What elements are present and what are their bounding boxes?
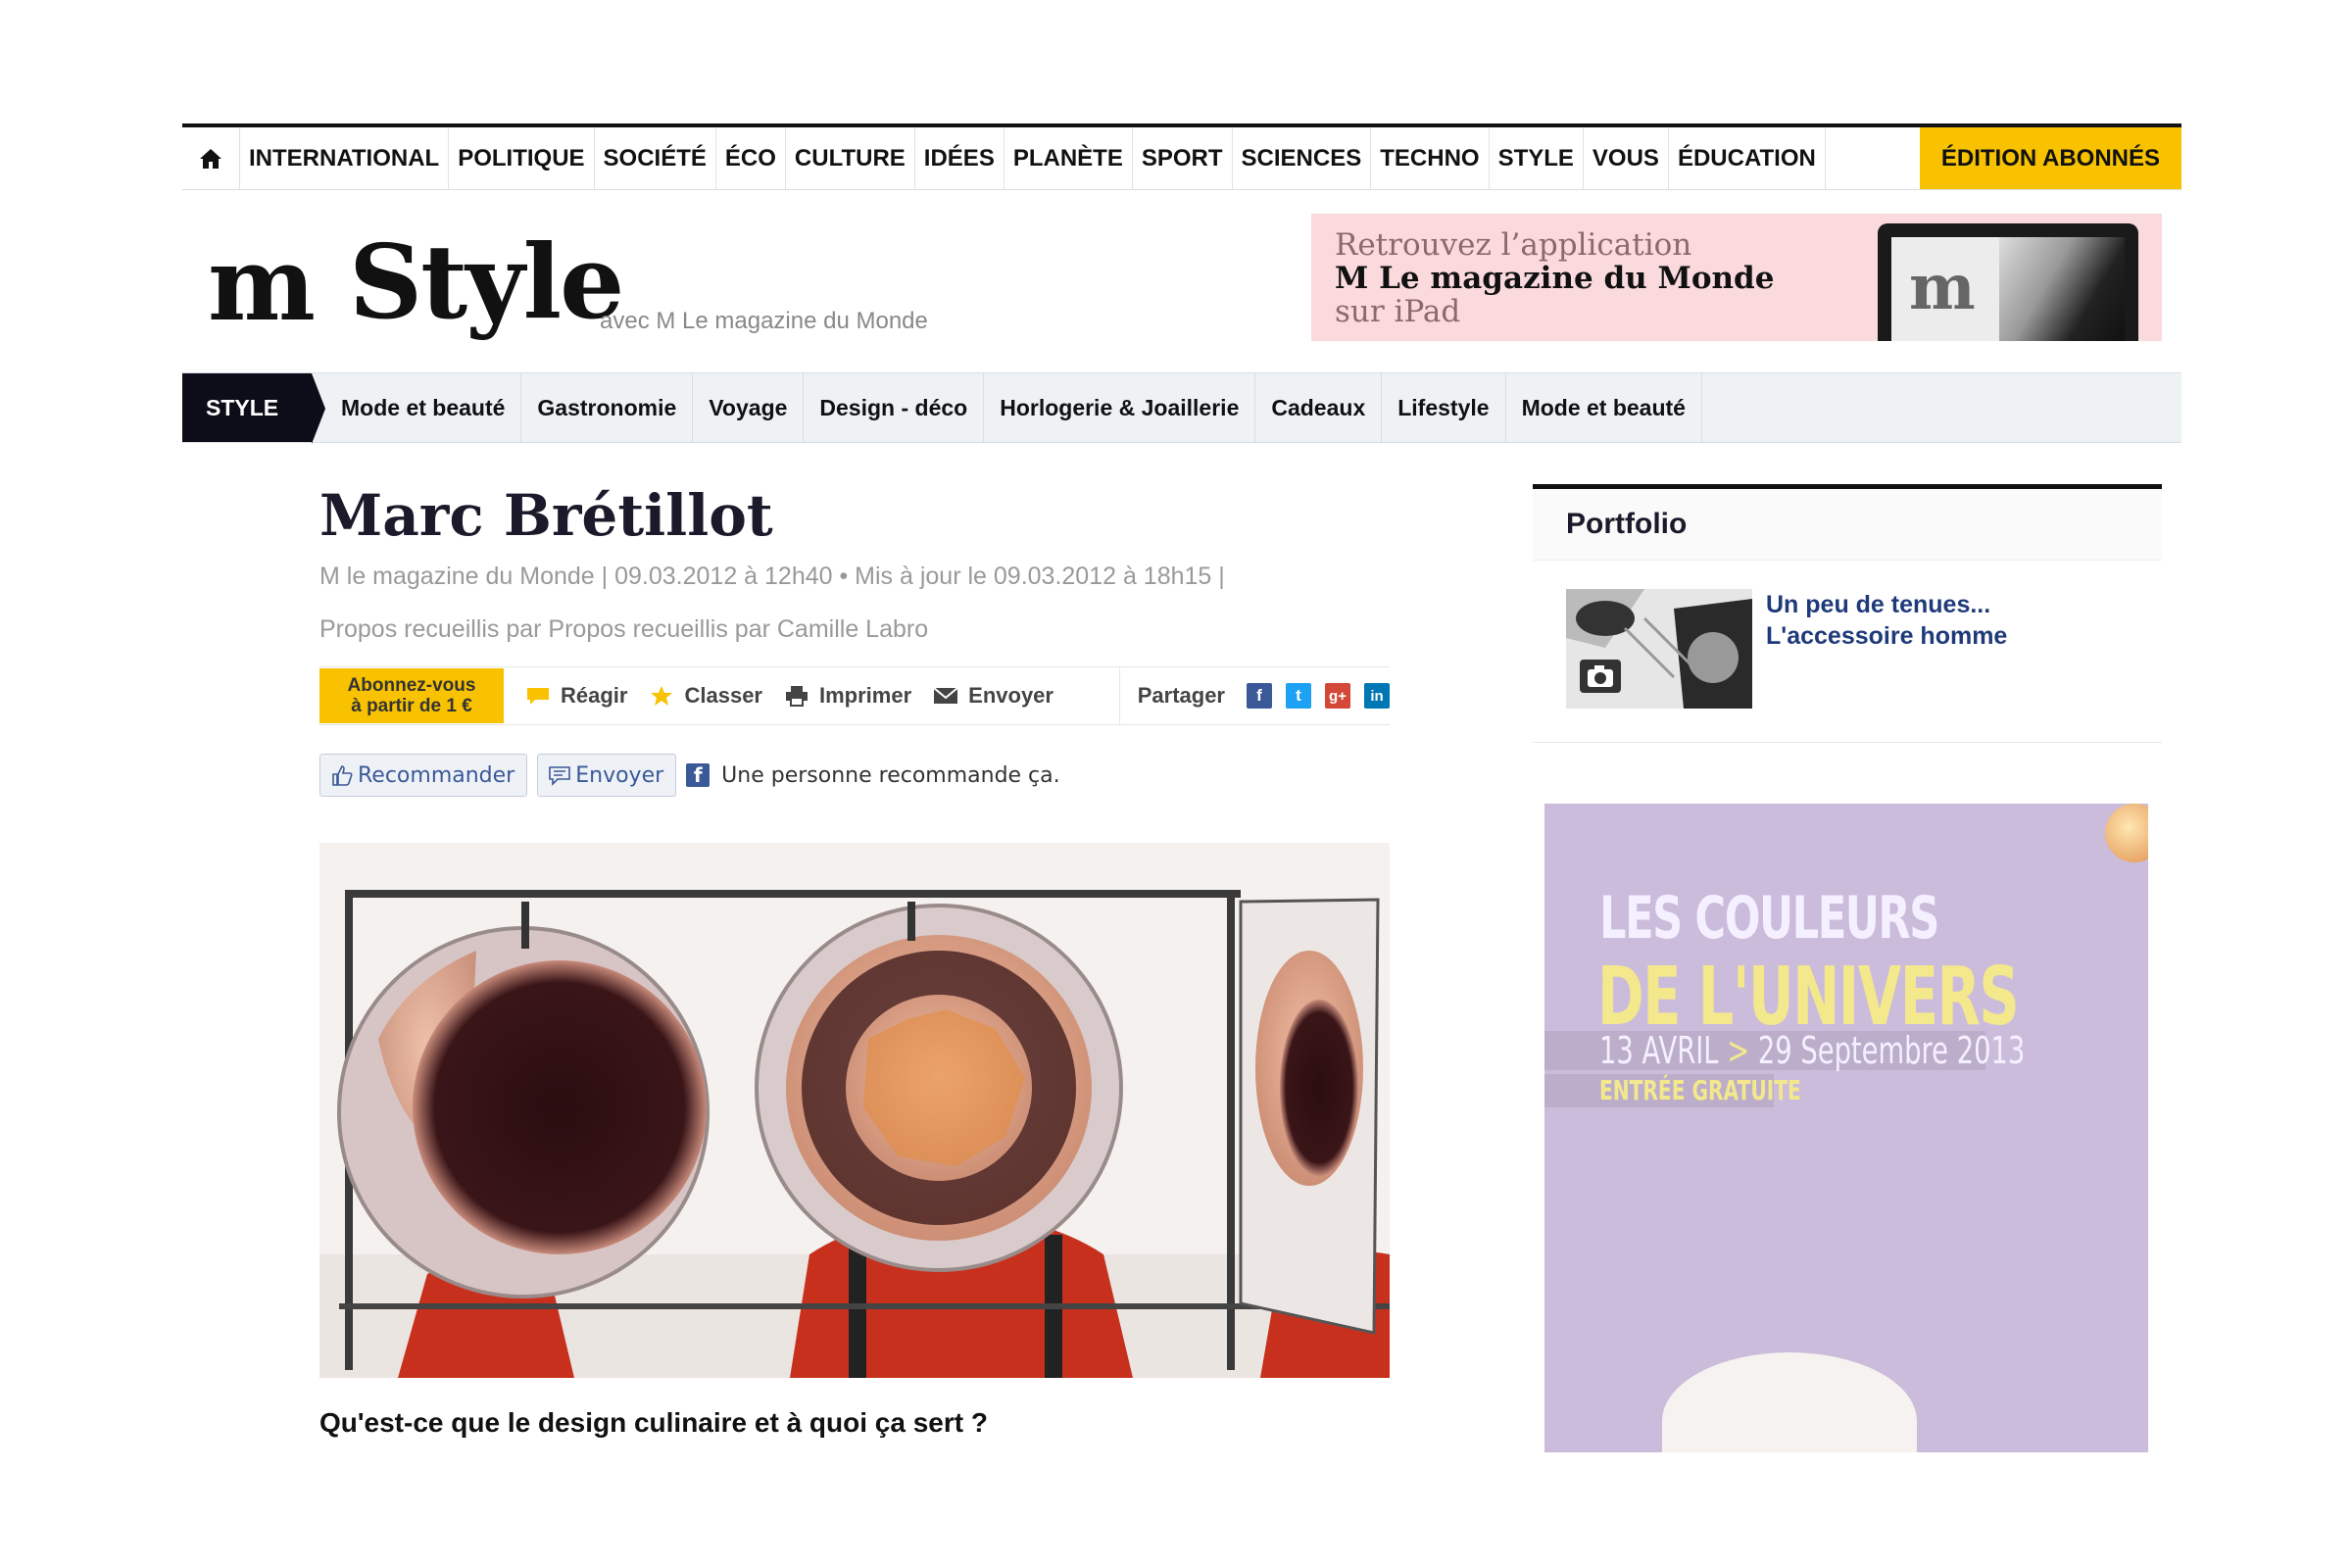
topnav-item-education[interactable]: ÉDUCATION [1669, 127, 1826, 189]
ad-line-4: ENTRÉE GRATUITE [1599, 1074, 1801, 1106]
mail-icon [933, 687, 958, 704]
camera-icon [1580, 660, 1621, 693]
topnav-item-style[interactable]: STYLE [1489, 127, 1584, 189]
masthead-tagline: avec M Le magazine du Monde [600, 308, 928, 334]
print-icon [786, 686, 808, 707]
ipad-app-promo[interactable]: Retrouvez l’application M Le magazine du… [1311, 214, 2162, 341]
fb-envoyer-label: Envoyer [575, 762, 664, 788]
topnav-item-techno[interactable]: TECHNO [1371, 127, 1490, 189]
recommend-count: f Une personne recommande ça. [686, 762, 1060, 788]
gplus-icon[interactable]: g+ [1325, 683, 1350, 709]
ad-date-start: 13 AVRIL [1599, 1029, 1719, 1072]
promo-line-3: sur iPad [1335, 294, 1461, 329]
ad-date-end: 29 Septembre 2013 [1757, 1029, 2026, 1072]
portfolio-thumbnail[interactable] [1566, 589, 1752, 709]
facebook-recommend-row: Recommander Envoyer f Une personne recom… [319, 753, 1060, 798]
facebook-icon[interactable]: f [1247, 683, 1272, 709]
article-photo [319, 843, 1390, 1378]
subnav-item-mode-beaute[interactable]: Mode et beauté [312, 373, 522, 442]
fb-envoyer-button[interactable]: Envoyer [537, 754, 677, 797]
section-tag-style[interactable]: STYLE [182, 373, 325, 444]
top-nav: INTERNATIONAL POLITIQUE SOCIÉTÉ ÉCO CULT… [182, 123, 2181, 190]
envoyer-button[interactable]: Envoyer [933, 683, 1054, 709]
article-tools: Abonnez-vous à partir de 1 € Réagir Clas… [319, 666, 1390, 725]
promo-line-1: Retrouvez l’application [1335, 227, 1692, 263]
recommend-text: Une personne recommande ça. [721, 762, 1060, 788]
topnav-item-sport[interactable]: SPORT [1133, 127, 1233, 189]
star-icon [651, 686, 673, 706]
partager-label: Partager [1137, 683, 1225, 708]
topnav-item-eco[interactable]: ÉCO [716, 127, 786, 189]
subnav-item-lifestyle[interactable]: Lifestyle [1382, 373, 1506, 442]
envoyer-label: Envoyer [968, 683, 1054, 708]
topnav-item-politique[interactable]: POLITIQUE [449, 127, 595, 189]
ipad-image: m [1878, 223, 2138, 341]
facebook-small-icon: f [686, 763, 710, 787]
topnav-item-idees[interactable]: IDÉES [915, 127, 1004, 189]
subnav-item-cadeaux[interactable]: Cadeaux [1255, 373, 1383, 442]
linkedin-icon[interactable]: in [1364, 683, 1390, 709]
topnav-item-vous[interactable]: VOUS [1584, 127, 1669, 189]
recommander-button[interactable]: Recommander [319, 754, 528, 797]
portfolio-title: Portfolio [1533, 489, 2162, 561]
article-title: Marc Brétillot [319, 482, 773, 549]
ipad-m-logo: m [1909, 251, 1976, 324]
topnav-item-societe[interactable]: SOCIÉTÉ [595, 127, 716, 189]
ad-dates: 13 AVRIL > 29 Septembre 2013 [1599, 1029, 2025, 1072]
reagir-button[interactable]: Réagir [525, 683, 627, 709]
subnav-item-horlogerie[interactable]: Horlogerie & Joaillerie [984, 373, 1256, 442]
topnav-item-sciences[interactable]: SCIENCES [1233, 127, 1372, 189]
share-bar: Partager f t g+ in [1118, 667, 1390, 724]
topnav-item-international[interactable]: INTERNATIONAL [240, 127, 450, 189]
promo-line-2: M Le magazine du Monde [1335, 261, 1775, 296]
article-question: Qu'est-ce que le design culinaire et à q… [319, 1407, 988, 1438]
ipad-cover-portrait [1999, 237, 2125, 341]
subnav-item-mode-beaute-2[interactable]: Mode et beauté [1506, 373, 1702, 442]
portfolio-box: Portfolio Un peu de tenues... L'accessoi… [1533, 484, 2162, 743]
edition-abonnes-button[interactable]: ÉDITION ABONNÉS [1919, 127, 2181, 189]
abonnez-button[interactable]: Abonnez-vous à partir de 1 € [319, 668, 504, 723]
send-icon [549, 766, 571, 786]
page: INTERNATIONAL POLITIQUE SOCIÉTÉ ÉCO CULT… [182, 123, 2181, 1452]
classer-label: Classer [684, 683, 762, 708]
portfolio-link[interactable]: Un peu de tenues... L'accessoire homme [1766, 589, 2138, 652]
ad-date-arrow: > [1727, 1029, 1750, 1072]
planet-graphic [2105, 804, 2148, 862]
recommander-label: Recommander [358, 762, 515, 788]
imprimer-label: Imprimer [819, 683, 912, 708]
classer-button[interactable]: Classer [649, 683, 762, 709]
imprimer-button[interactable]: Imprimer [784, 683, 911, 709]
ad-line-1: LES COULEURS [1599, 884, 1939, 953]
subnav-item-design-deco[interactable]: Design - déco [804, 373, 985, 442]
article-byline: Propos recueillis par Propos recueillis … [319, 615, 929, 643]
home-icon [200, 148, 221, 169]
twitter-icon[interactable]: t [1286, 683, 1311, 709]
comment-icon [527, 688, 549, 705]
home-link[interactable] [182, 127, 240, 189]
abonnez-line-2: à partir de 1 € [351, 696, 472, 716]
abonnez-line-1: Abonnez-vous [347, 675, 476, 696]
style-logo[interactable]: Style [349, 231, 624, 333]
topnav-item-culture[interactable]: CULTURE [786, 127, 915, 189]
subnav-item-gastronomie[interactable]: Gastronomie [521, 373, 694, 442]
masthead: m Style avec M Le magazine du Monde Retr… [182, 190, 2181, 372]
thumbs-up-icon [332, 765, 353, 786]
reagir-label: Réagir [561, 683, 628, 708]
advertisement[interactable]: LES COULEURS DE L'UNIVERS 13 AVRIL > 29 … [1544, 804, 2148, 1452]
section-nav: STYLE Mode et beauté Gastronomie Voyage … [182, 372, 2181, 444]
ad-figure [1662, 1352, 1917, 1452]
m-logo[interactable]: m [208, 233, 316, 335]
topnav-item-planete[interactable]: PLANÈTE [1004, 127, 1133, 189]
ipad-screen: m [1891, 237, 2125, 341]
subnav-item-voyage[interactable]: Voyage [693, 373, 805, 442]
chef-mirrors-photo [319, 843, 1390, 1378]
article-meta: M le magazine du Monde | 09.03.2012 à 12… [319, 563, 1225, 590]
